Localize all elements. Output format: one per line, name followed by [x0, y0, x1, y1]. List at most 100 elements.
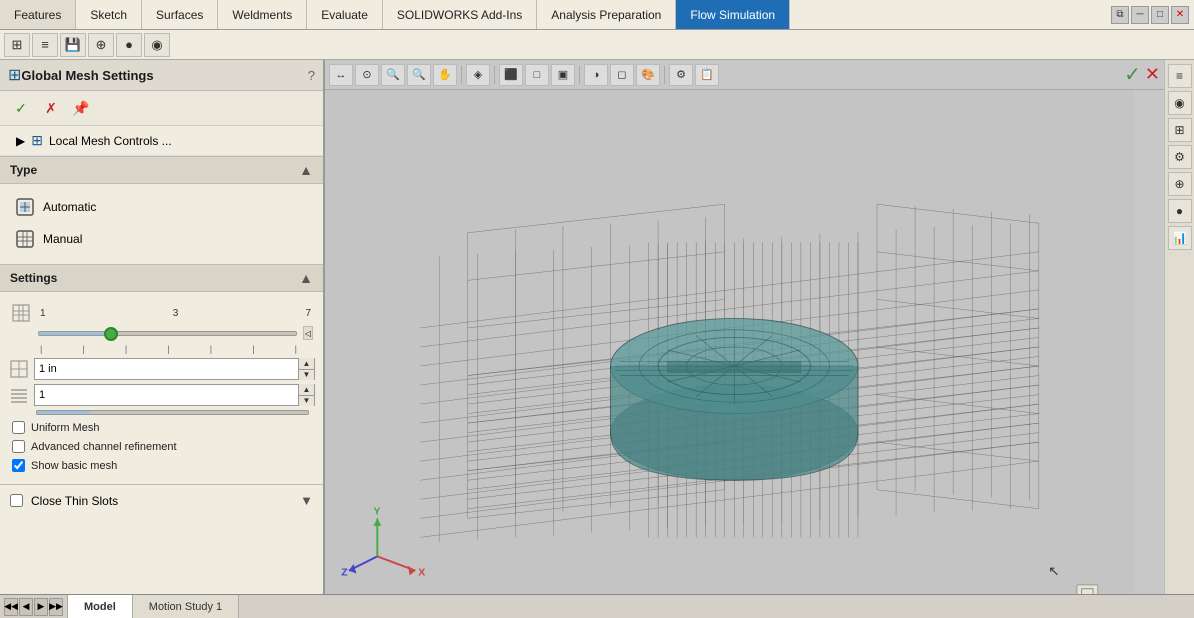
- type-automatic[interactable]: Automatic: [8, 192, 315, 222]
- vt-back[interactable]: ▣: [551, 64, 575, 86]
- vt-zoom-out[interactable]: 🔍: [407, 64, 431, 86]
- manual-icon: [15, 229, 35, 249]
- manual-label: Manual: [43, 232, 82, 246]
- canvas-area[interactable]: ↔ ⊙ 🔍 🔍 ✋ ◈ ⬛ □ ▣ ◑ ◻ 🎨 ⚙ 📋 ✓ ✕: [325, 60, 1164, 594]
- restore-button[interactable]: ⧉: [1111, 6, 1129, 24]
- size-icon: [8, 358, 30, 380]
- toolbar-btn-3[interactable]: 💾: [60, 33, 86, 57]
- vt-display-style[interactable]: ◑: [584, 64, 608, 86]
- rs-layers[interactable]: ≡: [1168, 64, 1192, 88]
- ratio-decrement[interactable]: ▼: [299, 396, 314, 407]
- vt-settings[interactable]: ⚙: [669, 64, 693, 86]
- vt-sep3: [579, 66, 580, 84]
- uniform-mesh-checkbox[interactable]: [12, 421, 25, 434]
- tab-model[interactable]: Model: [68, 595, 133, 618]
- close-button[interactable]: ✕: [1171, 6, 1189, 24]
- advanced-channel-label[interactable]: Advanced channel refinement: [31, 441, 177, 453]
- thin-slots-label: Close Thin Slots: [31, 494, 118, 508]
- uniform-mesh-row: Uniform Mesh: [8, 419, 315, 436]
- vt-move[interactable]: ↔: [329, 64, 353, 86]
- toolbar-btn-6[interactable]: ◉: [144, 33, 170, 57]
- size-input-row: ▲ ▼: [8, 358, 315, 380]
- type-section-content: Automatic Manual: [0, 184, 323, 264]
- rs-appearance[interactable]: ●: [1168, 199, 1192, 223]
- vt-pan[interactable]: ✋: [433, 64, 457, 86]
- tab-flow-simulation[interactable]: Flow Simulation: [676, 0, 790, 29]
- type-section-header[interactable]: Type ▲: [0, 156, 323, 184]
- tab-solidworks-addins[interactable]: SOLIDWORKS Add-Ins: [383, 0, 537, 29]
- slider-expand[interactable]: ◁: [303, 326, 313, 340]
- svg-text:Z: Z: [341, 567, 348, 578]
- tab-motion-study[interactable]: Motion Study 1: [133, 595, 239, 618]
- ratio-input-field[interactable]: [35, 385, 298, 405]
- mesh-viewport[interactable]: Z Y X *Dimetric ↖: [325, 90, 1134, 594]
- vt-zoom-fit[interactable]: ⊙: [355, 64, 379, 86]
- check-overlay[interactable]: ✓: [1124, 62, 1141, 87]
- size-decrement[interactable]: ▼: [299, 370, 314, 381]
- vt-view-cube[interactable]: ⬛: [499, 64, 523, 86]
- size-increment[interactable]: ▲: [299, 358, 314, 370]
- nav-last[interactable]: ▶▶: [49, 598, 63, 616]
- nav-prev[interactable]: ◀: [19, 598, 33, 616]
- tab-features[interactable]: Features: [0, 0, 76, 29]
- vt-hide-show[interactable]: ◻: [610, 64, 634, 86]
- nav-next[interactable]: ▶: [34, 598, 48, 616]
- thin-slots-expand-icon: ▼: [300, 493, 313, 508]
- show-basic-mesh-label[interactable]: Show basic mesh: [31, 460, 117, 472]
- tab-surfaces[interactable]: Surfaces: [142, 0, 218, 29]
- svg-text:X: X: [418, 567, 425, 578]
- small-slider[interactable]: [36, 410, 309, 415]
- menu-bar: Features Sketch Surfaces Weldments Evalu…: [0, 0, 1194, 30]
- main-layout: ⊞ Global Mesh Settings ? ✓ ✗ 📌 ▶ ⊞ Local…: [0, 60, 1194, 594]
- confirm-button[interactable]: ✓: [8, 97, 34, 119]
- vt-front[interactable]: □: [525, 64, 549, 86]
- rs-config[interactable]: ⚙: [1168, 145, 1192, 169]
- show-basic-mesh-checkbox[interactable]: [12, 459, 25, 472]
- tab-evaluate[interactable]: Evaluate: [307, 0, 383, 29]
- small-slider-row: [8, 410, 315, 419]
- tab-analysis-preparation[interactable]: Analysis Preparation: [537, 0, 676, 29]
- rs-dimexpert[interactable]: ⊕: [1168, 172, 1192, 196]
- vt-appearance[interactable]: 🎨: [636, 64, 660, 86]
- toolbar-row: ⊞ ≡ 💾 ⊕ ● ◉: [0, 30, 1194, 60]
- nav-first[interactable]: ◀◀: [4, 598, 18, 616]
- rs-chart[interactable]: 📊: [1168, 226, 1192, 250]
- svg-text:Y: Y: [374, 506, 381, 517]
- tab-weldments[interactable]: Weldments: [218, 0, 307, 29]
- rs-display[interactable]: ◉: [1168, 91, 1192, 115]
- slider-thumb[interactable]: [104, 327, 118, 341]
- slider-icon: [10, 304, 32, 322]
- thin-slots-checkbox[interactable]: [10, 494, 23, 507]
- toolbar-btn-1[interactable]: ⊞: [4, 33, 30, 57]
- tab-sketch[interactable]: Sketch: [76, 0, 142, 29]
- close-thin-slots-section[interactable]: Close Thin Slots ▼: [0, 484, 323, 516]
- viewport-toolbar: ↔ ⊙ 🔍 🔍 ✋ ◈ ⬛ □ ▣ ◑ ◻ 🎨 ⚙ 📋 ✓ ✕: [325, 60, 1164, 90]
- local-mesh-controls-item[interactable]: ▶ ⊞ Local Mesh Controls ...: [8, 128, 315, 153]
- tree-arrow: ▶: [16, 134, 25, 148]
- panel-help-button[interactable]: ?: [308, 68, 315, 83]
- type-manual[interactable]: Manual: [8, 224, 315, 254]
- ratio-input[interactable]: ▲ ▼: [34, 384, 315, 406]
- cancel-button[interactable]: ✗: [38, 97, 64, 119]
- size-input-field[interactable]: [35, 359, 298, 379]
- local-mesh-tree: ▶ ⊞ Local Mesh Controls ...: [0, 126, 323, 156]
- pin-button[interactable]: 📌: [68, 97, 94, 119]
- vt-zoom-in[interactable]: 🔍: [381, 64, 405, 86]
- ratio-increment[interactable]: ▲: [299, 384, 314, 396]
- size-input[interactable]: ▲ ▼: [34, 358, 315, 380]
- uniform-mesh-label[interactable]: Uniform Mesh: [31, 422, 99, 434]
- vt-display[interactable]: 📋: [695, 64, 719, 86]
- panel-title: Global Mesh Settings: [21, 68, 307, 83]
- minimize-button[interactable]: ─: [1131, 6, 1149, 24]
- toolbar-btn-2[interactable]: ≡: [32, 33, 58, 57]
- toolbar-btn-4[interactable]: ⊕: [88, 33, 114, 57]
- rs-properties[interactable]: ⊞: [1168, 118, 1192, 142]
- vt-select[interactable]: ◈: [466, 64, 490, 86]
- local-mesh-label: Local Mesh Controls ...: [49, 134, 172, 148]
- x-overlay[interactable]: ✕: [1145, 64, 1160, 85]
- maximize-button[interactable]: □: [1151, 6, 1169, 24]
- advanced-channel-checkbox[interactable]: [12, 440, 25, 453]
- left-panel: ⊞ Global Mesh Settings ? ✓ ✗ 📌 ▶ ⊞ Local…: [0, 60, 325, 594]
- settings-section-header[interactable]: Settings ▲: [0, 264, 323, 292]
- toolbar-btn-5[interactable]: ●: [116, 33, 142, 57]
